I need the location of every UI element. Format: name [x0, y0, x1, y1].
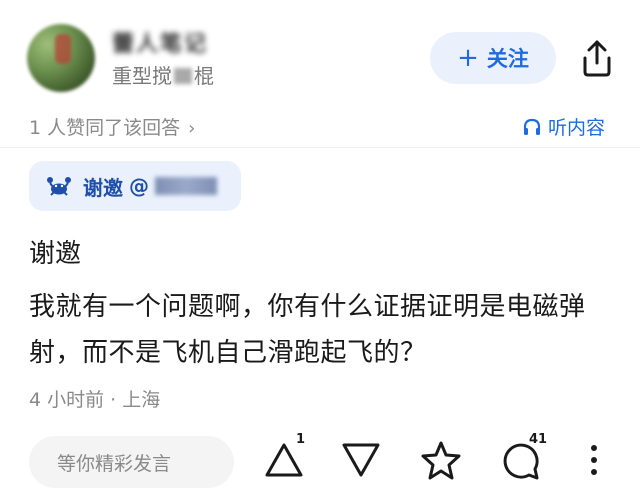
- user-title: 重型搅棍: [112, 60, 214, 89]
- invite-at: @: [129, 174, 149, 198]
- invite-chip[interactable]: 谢邀 @: [29, 161, 241, 211]
- answer-greeting: 谢邀: [29, 239, 82, 269]
- comment-input[interactable]: 等你精彩发言: [29, 436, 234, 488]
- follow-label: 关注: [486, 47, 529, 71]
- listen-button[interactable]: 听内容: [522, 113, 605, 140]
- downvote-icon: [342, 443, 380, 477]
- chevron-right-icon: ›: [188, 118, 196, 139]
- comment-count: 41: [529, 432, 548, 447]
- share-icon: [583, 40, 611, 77]
- blurred-mention: [155, 177, 217, 195]
- agree-text: 1 人赞同了该回答: [29, 117, 181, 139]
- answer-body: 我就有一个问题啊，你有什么证据证明是电磁弹射，而不是飞机自己滑跑起飞的？: [29, 292, 586, 368]
- more-button[interactable]: [584, 438, 604, 488]
- blurred-mask: [174, 68, 192, 84]
- divider: [0, 147, 640, 148]
- listen-label: 听内容: [548, 117, 606, 139]
- post-meta: 4 小时前 · 上海: [29, 389, 161, 411]
- user-title-prefix: 重型搅: [112, 64, 172, 88]
- headphones-icon: [523, 118, 541, 135]
- crab-icon: [47, 177, 71, 196]
- comment-button[interactable]: 41: [499, 432, 549, 488]
- plus-icon: +: [457, 43, 479, 73]
- upvote-count: 1: [296, 432, 306, 447]
- invite-label: 谢邀: [83, 175, 123, 200]
- upvote-button[interactable]: 1: [262, 432, 312, 488]
- agree-summary[interactable]: 1 人赞同了该回答 ›: [29, 113, 195, 140]
- username[interactable]: 蕾人笔记: [112, 26, 208, 57]
- more-vertical-icon: [591, 445, 597, 475]
- avatar[interactable]: [27, 24, 95, 92]
- answer-screen: 蕾人笔记 重型搅棍 + 关注 1 人赞同了该回答 › 听内容 谢邀 @ 谢邀 我…: [0, 0, 640, 500]
- star-icon: [421, 441, 461, 480]
- favorite-button[interactable]: [419, 438, 469, 488]
- share-button[interactable]: [580, 38, 614, 78]
- follow-button[interactable]: + 关注: [430, 32, 556, 84]
- user-title-suffix: 棍: [194, 64, 214, 88]
- downvote-button[interactable]: [339, 438, 389, 488]
